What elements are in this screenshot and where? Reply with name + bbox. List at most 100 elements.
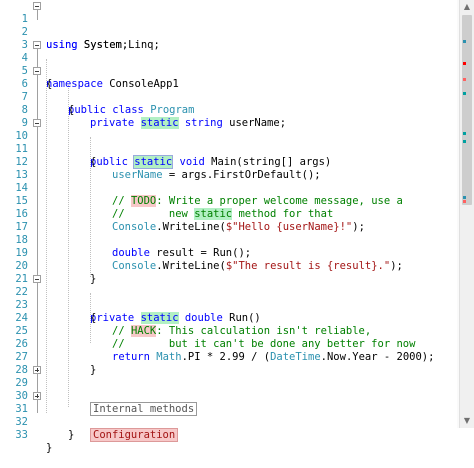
vertical-scrollbar[interactable]: ▲ ▼: [459, 0, 474, 428]
code-line[interactable]: 24 // HACK: This calculation isn't relia…: [0, 299, 371, 337]
comment: : This calculation isn't reliable,: [156, 325, 372, 337]
collapse-icon[interactable]: [33, 275, 41, 283]
todo-token: TODO: [130, 195, 157, 207]
change-marker: [463, 78, 466, 81]
code-text: }: [90, 364, 97, 376]
fold-guide: [37, 10, 38, 20]
code-text: );: [352, 221, 365, 233]
collapsed-region-configuration[interactable]: Configuration: [90, 428, 179, 442]
code-line[interactable]: 8 private static string userName;: [0, 91, 286, 129]
code-text: Run(): [222, 312, 261, 324]
code-text: );: [390, 260, 403, 272]
code-line[interactable]: 28: [0, 351, 28, 376]
code-line[interactable]: 4 namespace ConsoleApp1: [0, 39, 179, 90]
code-text: System.Linq;: [77, 39, 160, 51]
code-line[interactable]: 12 userName = args.FirstOrDefault();: [0, 143, 320, 181]
code-line[interactable]: 10 public static void Main(string[] args…: [0, 117, 331, 169]
code-line[interactable]: 26 return Math.PI * 2.99 / (DateTime.Now…: [0, 325, 434, 363]
code-text: {: [68, 104, 75, 116]
keyword: double: [184, 312, 223, 324]
change-marker: [463, 62, 466, 65]
code-text: {: [90, 312, 97, 324]
code-line[interactable]: 15 // new static method for that: [0, 182, 333, 220]
code-line[interactable]: 9: [0, 104, 28, 129]
identifier: userName: [112, 169, 163, 181]
code-line[interactable]: 32 }: [0, 403, 74, 441]
comment: // but it can't be done any better for n…: [112, 338, 416, 350]
keyword-highlighted: static: [140, 312, 179, 324]
code-line[interactable]: 31 Configuration: [0, 390, 179, 442]
code-line[interactable]: 13: [0, 156, 28, 181]
code-line[interactable]: 17: [0, 208, 28, 233]
code-line[interactable]: 18 double result = Run();: [0, 221, 251, 259]
code-line[interactable]: 29 Internal methods: [0, 364, 198, 416]
collapse-icon[interactable]: [33, 67, 41, 75]
code-text: ConsoleApp1: [102, 78, 179, 90]
collapse-icon[interactable]: [33, 41, 41, 49]
triangle-down-icon[interactable]: ▼: [460, 414, 474, 428]
code-line[interactable]: 3: [0, 26, 28, 51]
keyword: return: [112, 351, 150, 363]
type-name: Program: [150, 104, 195, 116]
change-marker: [463, 40, 466, 43]
type-name: DateTime: [270, 351, 321, 363]
code-line[interactable]: 23 {: [0, 286, 96, 324]
code-line[interactable]: 7 {: [0, 78, 75, 116]
indent-guide: [68, 85, 69, 407]
comment: //: [112, 325, 131, 337]
expand-icon[interactable]: [33, 392, 41, 400]
code-line[interactable]: 25 // but it can't be done any better fo…: [0, 312, 415, 350]
collapse-icon[interactable]: [33, 2, 41, 10]
code-text: }: [68, 429, 75, 441]
change-marker: [463, 200, 466, 203]
string-literal: $"The result is {result}.": [225, 260, 391, 272]
code-line[interactable]: 14 // TODO: Write a proper welcome messa…: [0, 169, 403, 207]
change-marker: [463, 196, 466, 199]
code-text: .WriteLine(: [156, 221, 226, 233]
code-editor[interactable]: 1 using System; 2 using System.Linq; 3 4…: [0, 0, 474, 454]
keyword: private: [90, 117, 135, 129]
code-line[interactable]: 11 {: [0, 130, 96, 168]
code-line[interactable]: 20 }: [0, 247, 96, 285]
code-line[interactable]: 2 using System.Linq;: [0, 13, 160, 51]
code-line[interactable]: 19 Console.WriteLine($"The result is {re…: [0, 234, 403, 272]
code-text: = args.FirstOrDefault();: [162, 169, 321, 181]
code-line[interactable]: 1 using System;: [0, 0, 128, 51]
code-text: .Now.Year - 2000);: [320, 351, 435, 363]
keyword: string: [184, 117, 223, 129]
collapse-icon[interactable]: [33, 119, 41, 127]
type-name: Math: [156, 351, 182, 363]
expand-icon[interactable]: [33, 366, 41, 374]
code-text: .PI * 2.99 / (: [181, 351, 271, 363]
code-line[interactable]: 16 Console.WriteLine($"Hello {userName}!…: [0, 195, 365, 233]
code-line[interactable]: 5 {: [0, 52, 53, 90]
keyword: using: [46, 39, 78, 51]
keyword: private: [90, 312, 135, 324]
scrollbar-thumb[interactable]: [462, 15, 472, 205]
comment: // new: [112, 208, 195, 220]
triangle-up-icon[interactable]: ▲: [460, 0, 474, 14]
change-marker: [463, 140, 466, 143]
indent-guide: [46, 59, 47, 413]
comment: method for that: [232, 208, 334, 220]
code-text: .WriteLine(: [156, 260, 226, 272]
code-line[interactable]: 22 private static double Run(): [0, 273, 261, 324]
code-text: }: [46, 442, 53, 454]
change-marker: [463, 132, 466, 135]
code-line[interactable]: 21: [0, 260, 28, 285]
keyword-highlighted: static: [140, 117, 179, 129]
code-text: result = Run();: [149, 247, 252, 259]
code-line[interactable]: 30: [0, 377, 28, 402]
collapsed-region-internal-methods[interactable]: Internal methods: [90, 402, 198, 416]
code-text: Main(string[] args): [204, 156, 332, 168]
keyword-at-caret: static: [133, 155, 174, 169]
type-name: Console: [112, 260, 157, 272]
string-literal: $"Hello {userName}!": [225, 221, 353, 233]
code-line[interactable]: 33 }: [0, 416, 52, 454]
code-line[interactable]: 6 public class Program: [0, 65, 194, 116]
comment: : Write a proper welcome message, use a: [156, 195, 403, 207]
code-text: {: [46, 78, 53, 90]
code-text: {: [90, 156, 97, 168]
code-line[interactable]: 27 }: [0, 338, 96, 376]
comment-static-highlight: static: [194, 208, 233, 220]
